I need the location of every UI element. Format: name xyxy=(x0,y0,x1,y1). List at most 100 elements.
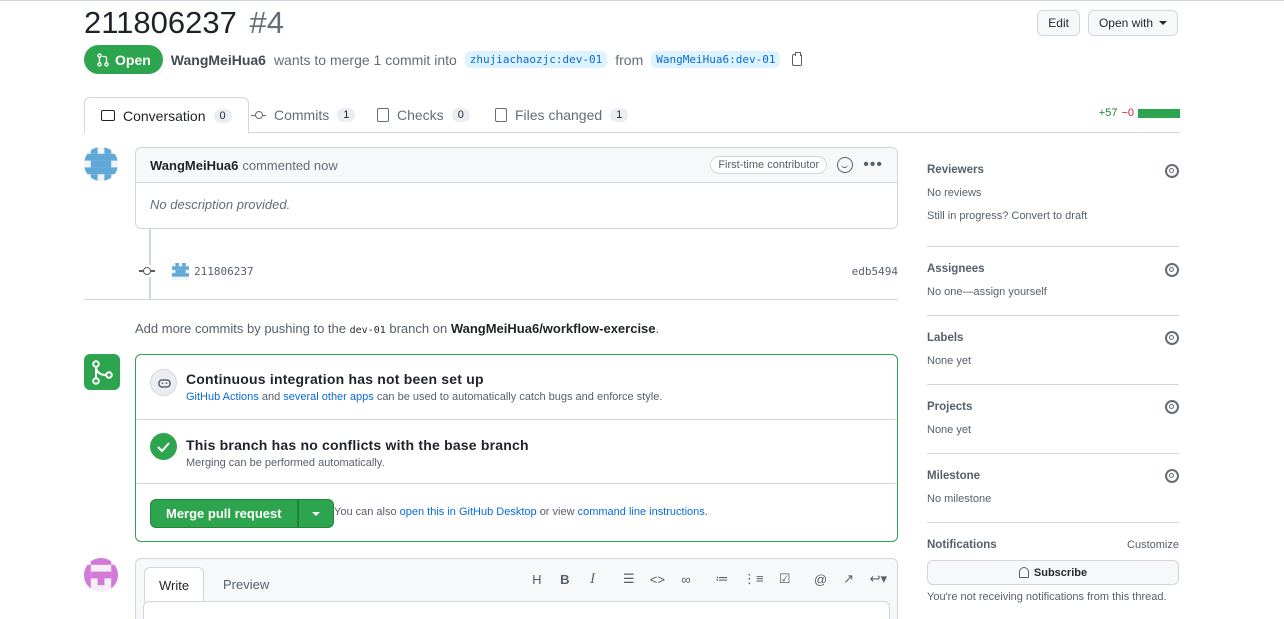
preview-tab[interactable]: Preview xyxy=(209,567,283,601)
author-link[interactable]: WangMeiHua6 xyxy=(171,52,266,68)
status-badge: Open xyxy=(84,45,163,74)
ordered-list-icon[interactable]: ⋮≡ xyxy=(743,571,764,587)
divider xyxy=(84,299,898,300)
sidebar-value: No reviews xyxy=(927,187,982,199)
ci-subtitle: GitHub Actions and several other apps ca… xyxy=(186,391,662,403)
commit-message-link[interactable]: 211806237 xyxy=(194,265,254,278)
head-branch[interactable]: WangMeiHua6:dev-01 xyxy=(651,51,781,68)
italic-icon[interactable]: I xyxy=(586,572,600,587)
push-hint-prefix: Add more commits by pushing to the xyxy=(135,321,346,336)
timeline-commit: 211806237 edb5494 xyxy=(139,261,898,281)
sidebar-reviewers: Reviewers No reviews Still in progress? … xyxy=(927,147,1179,247)
heading-icon[interactable]: H xyxy=(530,572,544,587)
comment-header: WangMeiHua6 commented now First-time con… xyxy=(136,148,897,183)
sidebar-value: None yet xyxy=(927,355,972,367)
repo-link[interactable]: WangMeiHua6/workflow-exercise xyxy=(451,321,656,336)
check-icon xyxy=(150,433,177,460)
smiley-icon[interactable] xyxy=(837,157,854,173)
contributor-badge: First-time contributor xyxy=(710,156,828,174)
gear-icon[interactable] xyxy=(1165,164,1179,178)
comment-body: No description provided. xyxy=(150,197,291,212)
comment-author[interactable]: WangMeiHua6 xyxy=(150,158,238,173)
sidebar-heading[interactable]: Assignees xyxy=(927,263,985,275)
assign-yourself-link[interactable]: No one—assign yourself xyxy=(927,286,1047,298)
comment-editor: Write Preview H B I ☰ <> ∞ ≔ ⋮≡ ☑ @ ↗ ↩▾ xyxy=(135,558,898,619)
gear-icon[interactable] xyxy=(1165,469,1179,483)
other-apps-link[interactable]: several other apps xyxy=(283,391,374,403)
kebab-horizontal-icon[interactable]: ••• xyxy=(863,157,883,173)
avatar[interactable] xyxy=(84,558,118,592)
ci-rest: can be used to automatically catch bugs … xyxy=(376,391,663,403)
command-line-link[interactable]: command line instructions xyxy=(578,506,705,518)
push-hint-mid: branch on xyxy=(389,321,448,336)
tab-label: Checks xyxy=(397,107,444,123)
conflict-title: This branch has no conflicts with the ba… xyxy=(186,437,529,453)
tab-label: Conversation xyxy=(123,107,206,124)
copy-icon[interactable] xyxy=(792,51,803,66)
tab-files-changed[interactable]: Files changed 1 xyxy=(479,97,644,133)
link-icon[interactable]: ∞ xyxy=(679,572,693,587)
from-label: from xyxy=(615,51,644,68)
alt-prefix: You can also xyxy=(334,506,397,518)
markdown-toolbar: H B I ☰ <> ∞ ≔ ⋮≡ ☑ @ ↗ ↩▾ xyxy=(530,571,887,587)
alt-suffix: . xyxy=(704,506,708,518)
check-glyph xyxy=(157,442,170,453)
tab-count: 1 xyxy=(610,108,629,122)
identicon-blue xyxy=(84,147,118,181)
sidebar-heading[interactable]: Labels xyxy=(927,332,963,344)
tasklist-icon[interactable]: ☑ xyxy=(778,571,792,587)
tab-conversation[interactable]: Conversation 0 xyxy=(84,97,249,134)
quote-icon[interactable]: ☰ xyxy=(622,571,636,587)
sidebar-heading[interactable]: Reviewers xyxy=(927,164,984,176)
edit-button[interactable]: Edit xyxy=(1037,10,1080,36)
comment-textarea[interactable] xyxy=(143,601,890,619)
base-branch[interactable]: zhujiachaozjc:dev-01 xyxy=(464,51,608,68)
tab-checks[interactable]: Checks 0 xyxy=(361,97,486,133)
push-hint: Add more commits by pushing to the dev-0… xyxy=(135,321,659,336)
ci-title: Continuous integration has not been set … xyxy=(186,371,484,387)
gear-icon[interactable] xyxy=(1165,263,1179,277)
alt-mid: or view xyxy=(539,506,575,518)
notification-note: You're not receiving notifications from … xyxy=(927,591,1167,603)
diff-deletions: −0 xyxy=(1121,107,1134,119)
mention-icon[interactable]: @ xyxy=(814,572,828,587)
comment-discussion-icon xyxy=(101,110,115,121)
sidebar-heading[interactable]: Projects xyxy=(927,401,972,413)
file-diff-icon xyxy=(495,108,507,122)
write-tab[interactable]: Write xyxy=(144,567,205,602)
subscribe-button[interactable]: Subscribe xyxy=(927,560,1179,585)
unordered-list-icon[interactable]: ≔ xyxy=(715,571,729,587)
github-desktop-link[interactable]: open this in GitHub Desktop xyxy=(400,506,537,518)
bold-icon[interactable]: B xyxy=(558,572,572,587)
gear-icon[interactable] xyxy=(1165,400,1179,414)
conflict-section: This branch has no conflicts with the ba… xyxy=(136,420,897,484)
merge-pull-request-button[interactable]: Merge pull request xyxy=(150,499,298,528)
code-icon[interactable]: <> xyxy=(650,572,665,587)
customize-link[interactable]: Customize xyxy=(1127,539,1179,551)
ci-section: Continuous integration has not been set … xyxy=(136,355,897,420)
avatar[interactable] xyxy=(172,262,189,280)
reply-icon[interactable]: ↩▾ xyxy=(870,571,887,587)
diff-additions: +57 xyxy=(1098,107,1118,119)
open-with-button[interactable]: Open with xyxy=(1087,10,1178,36)
sidebar-notifications: Notifications Customize Subscribe You're… xyxy=(927,522,1179,619)
gear-icon[interactable] xyxy=(1165,331,1179,345)
cross-reference-icon[interactable]: ↗ xyxy=(842,571,856,587)
sidebar-assignees: Assignees No one—assign yourself xyxy=(927,246,1179,316)
sidebar-value: None yet xyxy=(927,424,972,436)
page-title: 211806237 #4 xyxy=(84,5,284,41)
comment-card: WangMeiHua6 commented now First-time con… xyxy=(135,147,898,229)
tab-count: 0 xyxy=(213,108,232,123)
pr-title-text: 211806237 xyxy=(84,5,237,40)
merge-method-dropdown[interactable] xyxy=(297,499,334,528)
open-with-label: Open with xyxy=(1098,16,1153,30)
sidebar-value: No milestone xyxy=(927,493,992,505)
avatar[interactable] xyxy=(84,147,118,181)
sidebar-heading[interactable]: Milestone xyxy=(927,470,980,482)
diffstat: +57 −0 xyxy=(1099,107,1180,119)
github-actions-link[interactable]: GitHub Actions xyxy=(186,391,259,403)
convert-to-draft-link[interactable]: Still in progress? Convert to draft xyxy=(927,210,1087,222)
commit-sha-link[interactable]: edb5494 xyxy=(852,265,898,278)
tab-commits[interactable]: Commits 1 xyxy=(235,97,371,133)
copilot-icon xyxy=(150,369,177,396)
